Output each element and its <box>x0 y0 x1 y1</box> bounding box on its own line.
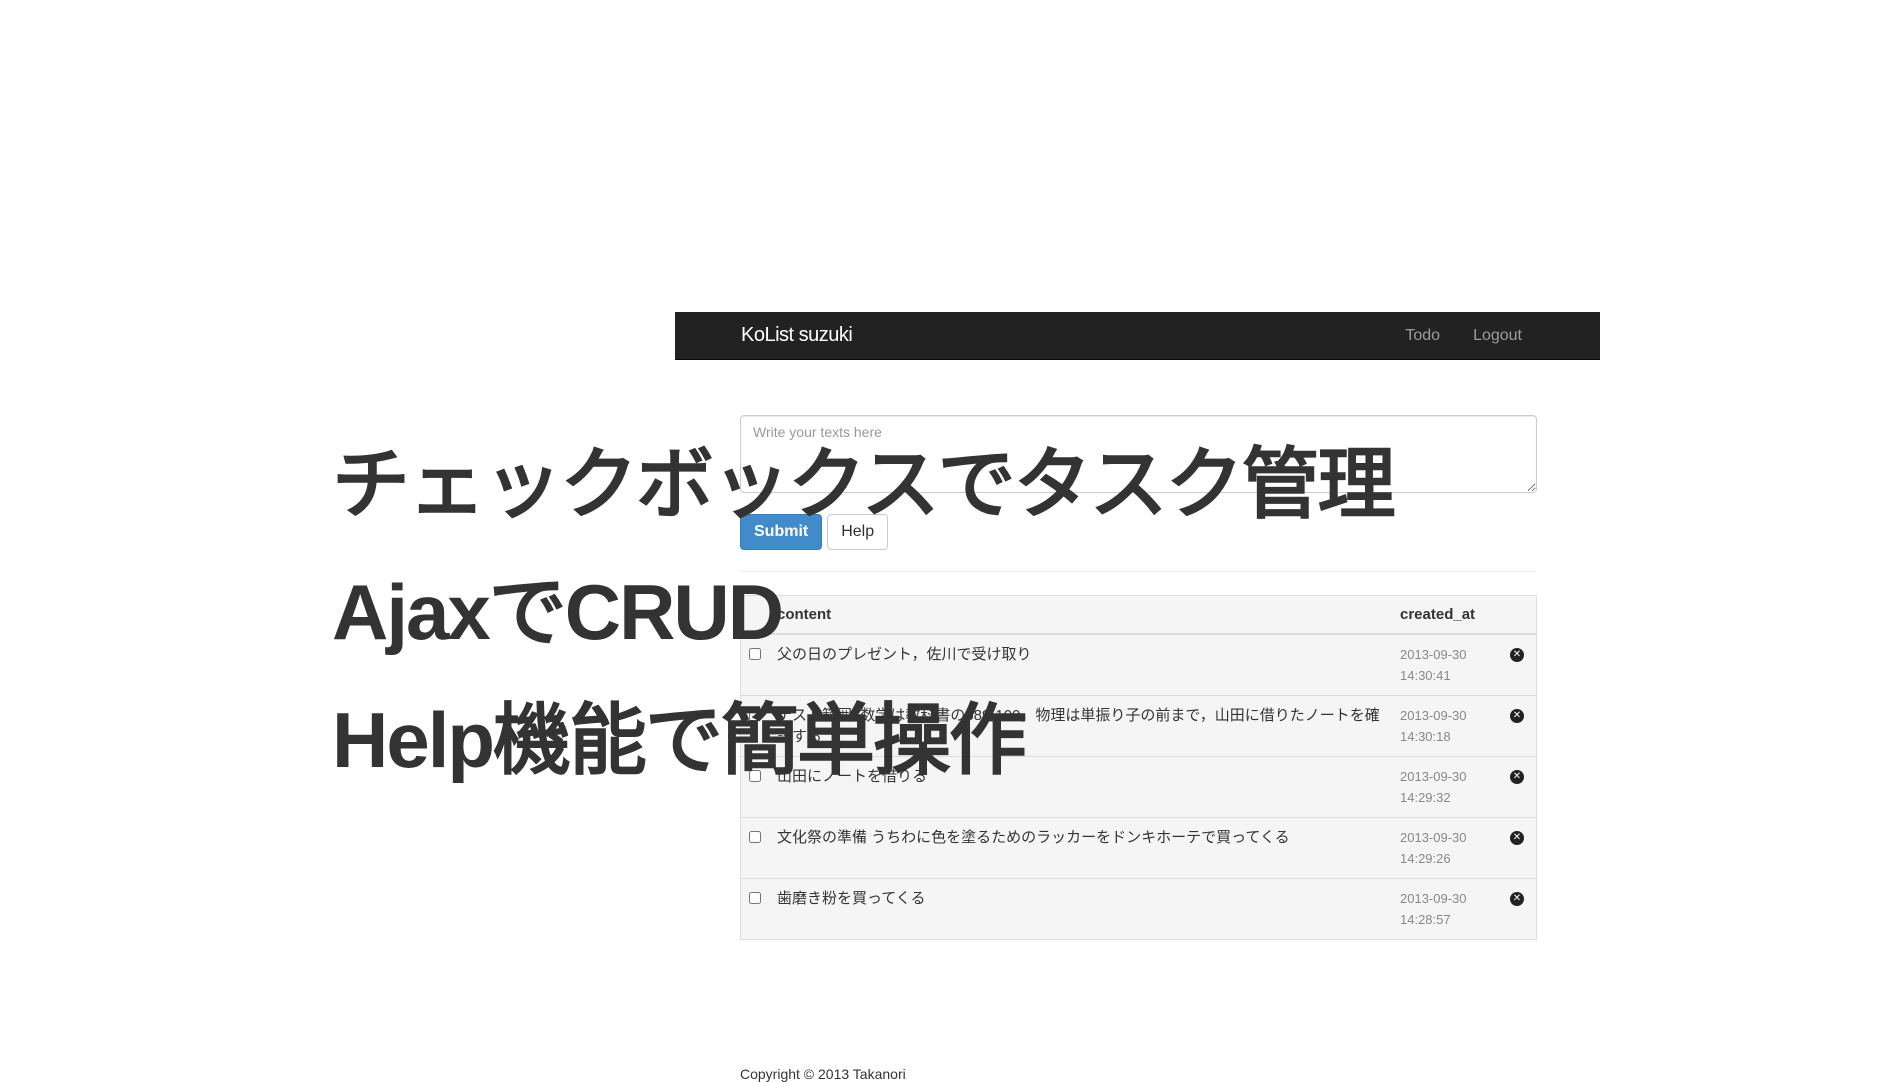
created-date: 2013-09-30 <box>1400 647 1467 662</box>
header-content: content <box>769 595 1392 635</box>
todo-checkbox[interactable] <box>749 709 761 721</box>
table-row: 文化祭の準備 うちわに色を塗るためのラッカーをドンキホーテで買ってくる 2013… <box>740 817 1537 879</box>
todo-content: 文化祭の準備 うちわに色を塗るためのラッカーをドンキホーテで買ってくる <box>769 817 1392 879</box>
row-delete-cell: ✕ <box>1498 817 1537 879</box>
nav-link-logout[interactable]: Logout <box>1473 312 1522 359</box>
row-check-cell <box>740 756 769 818</box>
submit-button[interactable]: Submit <box>740 514 823 550</box>
todo-checkbox[interactable] <box>749 831 761 843</box>
table-header-row: content created_at <box>740 595 1537 635</box>
todo-content: 山田にノートを借りる <box>769 756 1392 818</box>
row-delete-cell: ✕ <box>1498 633 1537 696</box>
row-check-cell <box>740 695 769 757</box>
created-time: 14:29:26 <box>1400 851 1451 866</box>
row-delete-cell: ✕ <box>1498 878 1537 940</box>
header-delete <box>1498 595 1537 635</box>
table-row: 歯磨き粉を買ってくる 2013-09-30 14:28:57 ✕ <box>740 878 1537 940</box>
created-time: 14:30:18 <box>1400 729 1451 744</box>
remove-sign-icon[interactable]: ✕ <box>1510 648 1524 662</box>
created-time: 14:30:41 <box>1400 668 1451 683</box>
main-container: Submit Help content created_at 父の日のプレゼント… <box>740 415 1537 940</box>
table-row: 山田にノートを借りる 2013-09-30 14:29:32 ✕ <box>740 756 1537 818</box>
todo-created-at: 2013-09-30 14:28:57 <box>1392 878 1498 940</box>
remove-sign-icon[interactable]: ✕ <box>1510 709 1524 723</box>
created-date: 2013-09-30 <box>1400 769 1467 784</box>
header-check <box>740 595 769 635</box>
created-date: 2013-09-30 <box>1400 891 1467 906</box>
row-check-cell <box>740 878 769 940</box>
form-actions: Submit Help <box>740 514 1537 550</box>
todo-created-at: 2013-09-30 14:30:18 <box>1392 695 1498 757</box>
todo-created-at: 2013-09-30 14:30:41 <box>1392 633 1498 696</box>
row-delete-cell: ✕ <box>1498 695 1537 757</box>
created-time: 14:29:32 <box>1400 790 1451 805</box>
divider <box>740 571 1537 572</box>
brand-link[interactable]: KoList suzuki <box>741 312 853 359</box>
todo-created-at: 2013-09-30 14:29:32 <box>1392 756 1498 818</box>
table-row: テスト範囲: 数学は教科書のp89-100，物理は単振り子の前まで，山田に借りた… <box>740 695 1537 757</box>
todo-table: content created_at 父の日のプレゼント，佐川で受け取り 201… <box>740 595 1537 940</box>
todo-content: テスト範囲: 数学は教科書のp89-100，物理は単振り子の前まで，山田に借りた… <box>769 695 1392 757</box>
header-created-at: created_at <box>1392 595 1498 635</box>
todo-content: 歯磨き粉を買ってくる <box>769 878 1392 940</box>
remove-sign-icon[interactable]: ✕ <box>1510 770 1524 784</box>
todo-textarea[interactable] <box>740 415 1537 493</box>
todo-checkbox[interactable] <box>749 892 761 904</box>
created-date: 2013-09-30 <box>1400 708 1467 723</box>
created-date: 2013-09-30 <box>1400 830 1467 845</box>
todo-checkbox[interactable] <box>749 770 761 782</box>
table-row: 父の日のプレゼント，佐川で受け取り 2013-09-30 14:30:41 ✕ <box>740 633 1537 696</box>
todo-created-at: 2013-09-30 14:29:26 <box>1392 817 1498 879</box>
row-delete-cell: ✕ <box>1498 756 1537 818</box>
help-button[interactable]: Help <box>827 514 889 550</box>
nav-link-todo[interactable]: Todo <box>1405 312 1440 359</box>
todo-checkbox[interactable] <box>749 648 761 660</box>
remove-sign-icon[interactable]: ✕ <box>1510 831 1524 845</box>
created-time: 14:28:57 <box>1400 912 1451 927</box>
row-check-cell <box>740 817 769 879</box>
navbar: KoList suzuki Todo Logout <box>675 312 1600 360</box>
nav-links: Todo Logout <box>1405 312 1522 359</box>
remove-sign-icon[interactable]: ✕ <box>1510 892 1524 906</box>
todo-content: 父の日のプレゼント，佐川で受け取り <box>769 633 1392 696</box>
row-check-cell <box>740 633 769 696</box>
